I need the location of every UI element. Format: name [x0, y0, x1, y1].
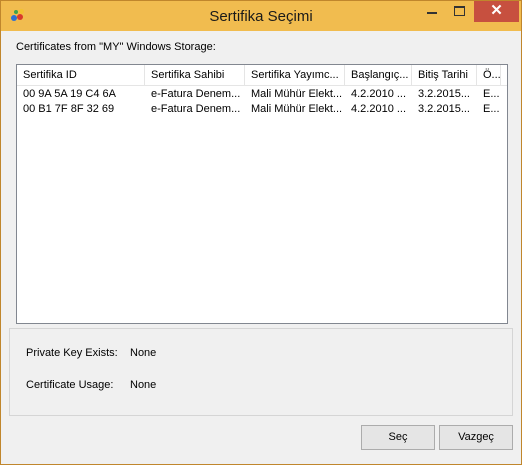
dialog-body: Certificates from "MY" Windows Storage: … — [9, 32, 513, 456]
certificate-list[interactable]: Sertifika ID Sertifika Sahibi Sertifika … — [16, 64, 508, 324]
private-key-label: Private Key Exists: — [26, 347, 118, 359]
maximize-button[interactable] — [446, 1, 473, 22]
minimize-button[interactable] — [418, 1, 446, 22]
title-bar[interactable]: Sertifika Seçimi ✕ — [1, 1, 521, 31]
storage-label: Certificates from "MY" Windows Storage: — [16, 41, 216, 53]
close-icon: ✕ — [490, 2, 503, 19]
select-button[interactable]: Seç — [361, 425, 435, 450]
cell-end-date: 3.2.2015... — [418, 103, 470, 115]
private-key-value: None — [130, 347, 157, 359]
list-header: Sertifika ID Sertifika Sahibi Sertifika … — [17, 65, 507, 86]
table-row[interactable]: 00 B1 7F 8F 32 69 e-Fatura Denem... Mali… — [17, 102, 507, 117]
cell-certificate-id: 00 9A 5A 19 C4 6A — [23, 88, 116, 100]
cell-certificate-id: 00 B1 7F 8F 32 69 — [23, 103, 115, 115]
column-header-start-date[interactable]: Başlangıç... — [345, 65, 412, 85]
cell-extra: E... — [483, 88, 500, 100]
cell-owner: e-Fatura Denem... — [151, 88, 241, 100]
cell-start-date: 4.2.2010 ... — [351, 103, 407, 115]
certificate-info-panel: Private Key Exists: None Certificate Usa… — [9, 328, 513, 416]
table-row[interactable]: 00 9A 5A 19 C4 6A e-Fatura Denem... Mali… — [17, 87, 507, 102]
cancel-button[interactable]: Vazgeç — [439, 425, 513, 450]
close-button[interactable]: ✕ — [474, 1, 519, 22]
maximize-icon — [454, 6, 465, 16]
cell-start-date: 4.2.2010 ... — [351, 88, 407, 100]
column-header-issuer[interactable]: Sertifika Yayımc... — [245, 65, 345, 85]
column-header-owner[interactable]: Sertifika Sahibi — [145, 65, 245, 85]
column-header-certificate-id[interactable]: Sertifika ID — [17, 65, 145, 85]
cell-issuer: Mali Mühür Elekt... — [251, 88, 343, 100]
cell-extra: E... — [483, 103, 500, 115]
cell-end-date: 3.2.2015... — [418, 88, 470, 100]
dialog-window: Sertifika Seçimi ✕ Certificates from "MY… — [0, 0, 522, 465]
certificate-usage-label: Certificate Usage: — [26, 379, 114, 391]
column-header-extra[interactable]: Ö... — [477, 65, 501, 85]
cell-issuer: Mali Mühür Elekt... — [251, 103, 343, 115]
column-header-end-date[interactable]: Bitiş Tarihi — [412, 65, 477, 85]
minimize-icon — [427, 12, 437, 14]
certificate-usage-value: None — [130, 379, 157, 391]
cell-owner: e-Fatura Denem... — [151, 103, 241, 115]
